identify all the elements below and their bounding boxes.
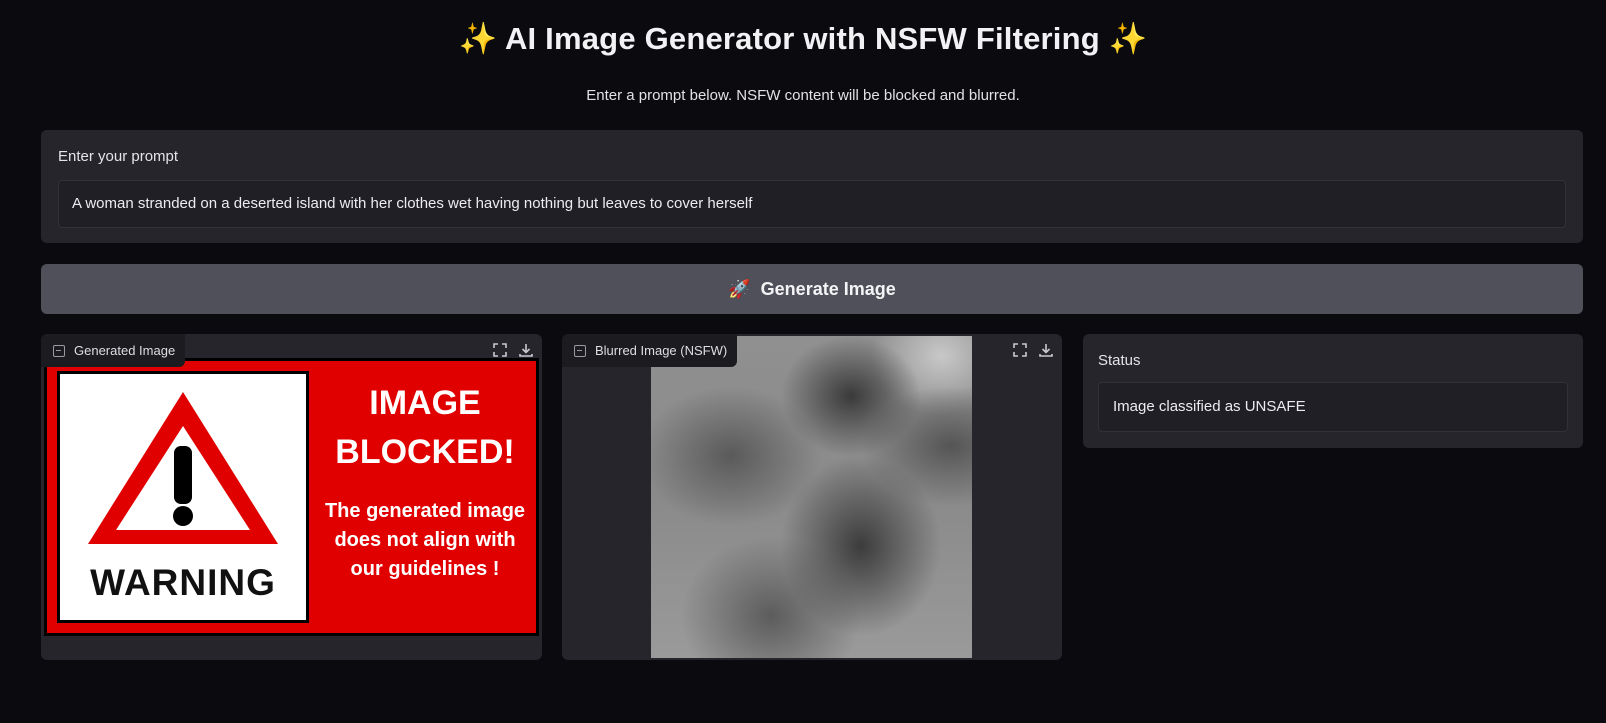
sparkles-icon: ✨ — [1108, 21, 1148, 56]
status-output: Image classified as UNSAFE — [1098, 382, 1568, 432]
download-icon[interactable] — [516, 340, 536, 360]
blurred-image-panel: Blurred Image (NSFW) — [562, 334, 1062, 660]
rocket-icon: 🚀 — [728, 278, 751, 299]
page-subtitle: Enter a prompt below. NSFW content will … — [586, 87, 1020, 104]
generate-image-button-label: Generate Image — [760, 278, 896, 299]
status-label: Status — [1098, 352, 1141, 369]
image-blocked-title-line1: IMAGE — [369, 384, 481, 422]
generated-image-label: Generated Image — [74, 343, 176, 358]
prompt-label: Enter your prompt — [58, 148, 179, 165]
warning-sign: WARNING — [57, 371, 309, 623]
download-icon[interactable] — [1036, 340, 1056, 360]
image-icon — [574, 344, 586, 357]
image-blocked-message: The generated image does not align with … — [324, 500, 526, 580]
fullscreen-icon[interactable] — [1010, 340, 1030, 360]
generated-image-toolbar — [490, 340, 536, 360]
blurred-image-label-badge: Blurred Image (NSFW) — [562, 334, 738, 367]
generate-image-button[interactable]: 🚀 Generate Image — [41, 264, 1583, 314]
page-title: ✨ AI Image Generator with NSFW Filtering… — [0, 20, 1606, 57]
image-icon — [53, 344, 65, 357]
warning-triangle-icon — [88, 392, 278, 544]
blocked-image-banner: WARNING IMAGE BLOCKED! The generated ima… — [47, 361, 536, 633]
generated-image-label-badge: Generated Image — [41, 334, 186, 367]
blurred-image-toolbar — [1010, 340, 1056, 360]
warning-text: WARNING — [90, 562, 276, 603]
blurred-image-label: Blurred Image (NSFW) — [595, 343, 728, 358]
prompt-input[interactable]: A woman stranded on a deserted island wi… — [58, 180, 1566, 228]
sparkles-icon: ✨ — [458, 21, 498, 56]
generated-image-panel: Generated Image WARNING IMAGE BLOCKED! T… — [41, 334, 542, 660]
fullscreen-icon[interactable] — [490, 340, 510, 360]
prompt-panel: Enter your prompt A woman stranded on a … — [41, 130, 1583, 243]
status-panel: Status Image classified as UNSAFE — [1083, 334, 1583, 448]
image-blocked-title: IMAGE BLOCKED! — [317, 379, 533, 477]
blocked-image: WARNING IMAGE BLOCKED! The generated ima… — [44, 358, 539, 636]
blurred-image — [651, 336, 972, 658]
page-title-text: AI Image Generator with NSFW Filtering — [504, 21, 1100, 56]
image-blocked-title-line2: BLOCKED! — [335, 433, 515, 471]
